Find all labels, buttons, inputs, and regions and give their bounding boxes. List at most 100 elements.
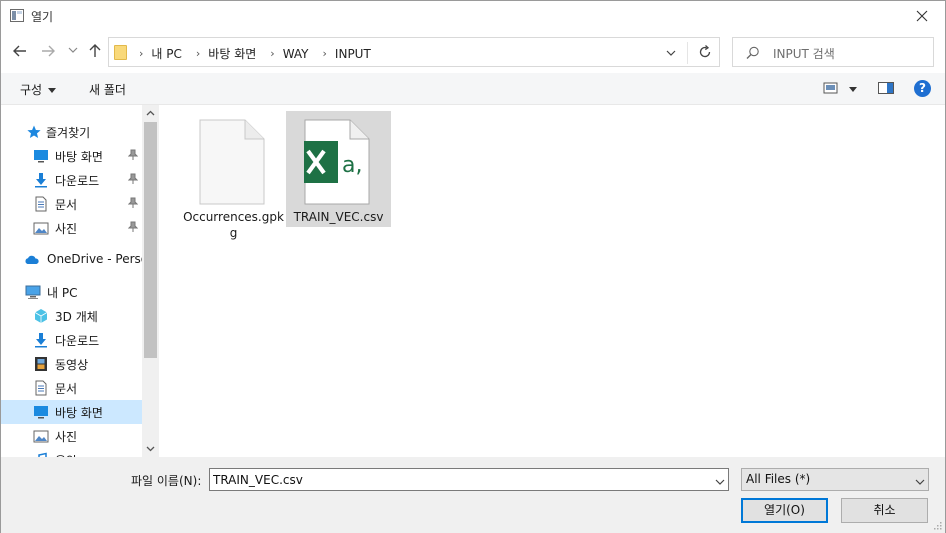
scroll-thumb[interactable] bbox=[144, 122, 157, 358]
breadcrumb-item[interactable]: WAY bbox=[283, 47, 309, 61]
file-list: Occurrences.gpkg a, TRAIN_VEC.csv bbox=[160, 105, 945, 457]
download-icon bbox=[35, 333, 47, 348]
nav-quick-pictures[interactable]: 사진 bbox=[1, 216, 142, 240]
nav-pc-pictures[interactable]: 사진 bbox=[1, 424, 142, 448]
chevron-down-icon bbox=[915, 479, 925, 485]
pin-icon bbox=[128, 173, 138, 184]
navigation-pane: 즐겨찾기 바탕 화면 다운로드 문서 사진 OneDrive - Pers 내 … bbox=[1, 105, 159, 457]
chevron-right-icon: › bbox=[322, 47, 327, 60]
search-box[interactable]: INPUT 검색 bbox=[732, 37, 934, 67]
nav-pc-downloads[interactable]: 다운로드 bbox=[1, 328, 142, 352]
pin-icon bbox=[128, 197, 138, 208]
onedrive-cloud-icon bbox=[25, 255, 39, 264]
folder-icon bbox=[114, 45, 127, 60]
nav-quick-downloads[interactable]: 다운로드 bbox=[1, 168, 142, 192]
organize-label: 구성 bbox=[20, 83, 43, 97]
nav-pc-documents[interactable]: 문서 bbox=[1, 376, 142, 400]
filename-combobox[interactable] bbox=[209, 468, 729, 491]
chevron-down-icon bbox=[715, 479, 725, 485]
nav-label: 3D 개체 bbox=[55, 310, 98, 324]
recent-locations-button[interactable] bbox=[67, 44, 87, 64]
nav-label: 즐겨찾기 bbox=[46, 126, 91, 140]
view-options-icon bbox=[823, 82, 838, 94]
pictures-icon bbox=[33, 430, 49, 443]
nav-label: 동영상 bbox=[55, 358, 89, 372]
resize-grip-icon[interactable] bbox=[932, 520, 942, 530]
address-history-button[interactable] bbox=[665, 47, 677, 62]
breadcrumb-item[interactable]: INPUT bbox=[335, 47, 371, 61]
nav-label: 문서 bbox=[55, 382, 78, 396]
svg-text:a,: a, bbox=[342, 153, 362, 178]
nav-quick-desktop[interactable]: 바탕 화면 bbox=[1, 144, 142, 168]
help-button[interactable]: ? bbox=[914, 80, 931, 97]
file-item[interactable]: Occurrences.gpkg bbox=[181, 111, 286, 245]
preview-pane-icon bbox=[878, 82, 894, 94]
close-icon bbox=[916, 10, 928, 22]
filename-input[interactable] bbox=[213, 472, 703, 488]
excel-csv-icon: a, bbox=[304, 119, 370, 205]
nav-label: 사진 bbox=[55, 222, 78, 236]
nav-label: 바탕 화면 bbox=[55, 150, 103, 164]
divider bbox=[687, 42, 688, 64]
new-folder-button[interactable]: 새 폴더 bbox=[89, 81, 126, 98]
file-name: Occurrences.gpkg bbox=[183, 210, 284, 240]
nav-label: 바탕 화면 bbox=[55, 406, 103, 420]
back-button[interactable] bbox=[11, 42, 31, 62]
preview-pane-button[interactable] bbox=[878, 82, 895, 98]
forward-button[interactable] bbox=[39, 42, 59, 62]
open-button[interactable]: 열기(O) bbox=[741, 498, 828, 523]
computer-icon bbox=[25, 285, 41, 299]
organize-button[interactable]: 구성 bbox=[20, 81, 57, 98]
filename-dropdown-button[interactable] bbox=[714, 476, 726, 490]
search-icon bbox=[746, 46, 759, 59]
nav-quick-documents[interactable]: 문서 bbox=[1, 192, 142, 216]
back-arrow-icon bbox=[13, 45, 26, 57]
scroll-down-button[interactable] bbox=[142, 440, 158, 457]
filetype-dropdown-button[interactable] bbox=[914, 476, 926, 490]
address-row: › 내 PC › 바탕 화면 › WAY › INPUT INPUT 검색 bbox=[1, 33, 945, 71]
window-title: 열기 bbox=[31, 10, 54, 24]
nav-label: OneDrive - Personal bbox=[47, 252, 142, 266]
generic-file-icon bbox=[199, 119, 265, 205]
filename-label: 파일 이름(N): bbox=[131, 474, 202, 488]
nav-scrollbar[interactable] bbox=[142, 105, 158, 457]
dialog-footer: 파일 이름(N): All Files (*) 열기(O) 취소 bbox=[1, 457, 945, 533]
nav-this-pc[interactable]: 내 PC bbox=[1, 280, 142, 304]
desktop-icon bbox=[34, 150, 48, 163]
chevron-up-icon bbox=[146, 110, 155, 116]
nav-label: 내 PC bbox=[47, 286, 78, 300]
cancel-button[interactable]: 취소 bbox=[841, 498, 928, 523]
chevron-down-icon bbox=[68, 47, 78, 53]
nav-onedrive[interactable]: OneDrive - Personal bbox=[1, 248, 142, 272]
download-icon bbox=[35, 173, 47, 188]
open-file-dialog: 열기 › 내 PC › 바탕 화면 › WAY › INPUT INPUT 검색… bbox=[0, 0, 946, 533]
chevron-down-icon bbox=[666, 50, 676, 56]
dialog-app-icon bbox=[10, 9, 24, 22]
scroll-up-button[interactable] bbox=[142, 105, 158, 122]
close-button[interactable] bbox=[899, 1, 945, 31]
pin-icon bbox=[128, 221, 138, 232]
chevron-right-icon: › bbox=[270, 47, 275, 60]
refresh-button[interactable] bbox=[697, 44, 715, 62]
pin-icon bbox=[128, 149, 138, 160]
chevron-right-icon: › bbox=[139, 47, 144, 60]
file-item-selected[interactable]: a, TRAIN_VEC.csv bbox=[286, 111, 391, 227]
change-view-button[interactable] bbox=[823, 82, 839, 98]
nav-pc-desktop[interactable]: 바탕 화면 bbox=[1, 400, 142, 424]
search-placeholder: INPUT 검색 bbox=[773, 47, 835, 61]
view-dropdown-arrow[interactable] bbox=[849, 87, 857, 92]
nav-quick-access[interactable]: 즐겨찾기 bbox=[1, 120, 142, 144]
chevron-down-icon bbox=[146, 446, 155, 452]
nav-pc-videos[interactable]: 동영상 bbox=[1, 352, 142, 376]
breadcrumb-item[interactable]: 바탕 화면 bbox=[208, 45, 256, 62]
up-button[interactable] bbox=[86, 42, 106, 62]
title-bar: 열기 bbox=[1, 1, 945, 31]
breadcrumb-item[interactable]: 내 PC bbox=[151, 45, 181, 62]
filetype-select[interactable]: All Files (*) bbox=[741, 468, 929, 491]
file-name: TRAIN_VEC.csv bbox=[293, 210, 384, 224]
video-icon bbox=[35, 357, 47, 371]
nav-pc-music[interactable]: 음악 bbox=[1, 448, 142, 457]
refresh-icon bbox=[699, 45, 711, 58]
address-bar[interactable]: › 내 PC › 바탕 화면 › WAY › INPUT bbox=[108, 37, 720, 67]
nav-pc-3d-objects[interactable]: 3D 개체 bbox=[1, 304, 142, 328]
